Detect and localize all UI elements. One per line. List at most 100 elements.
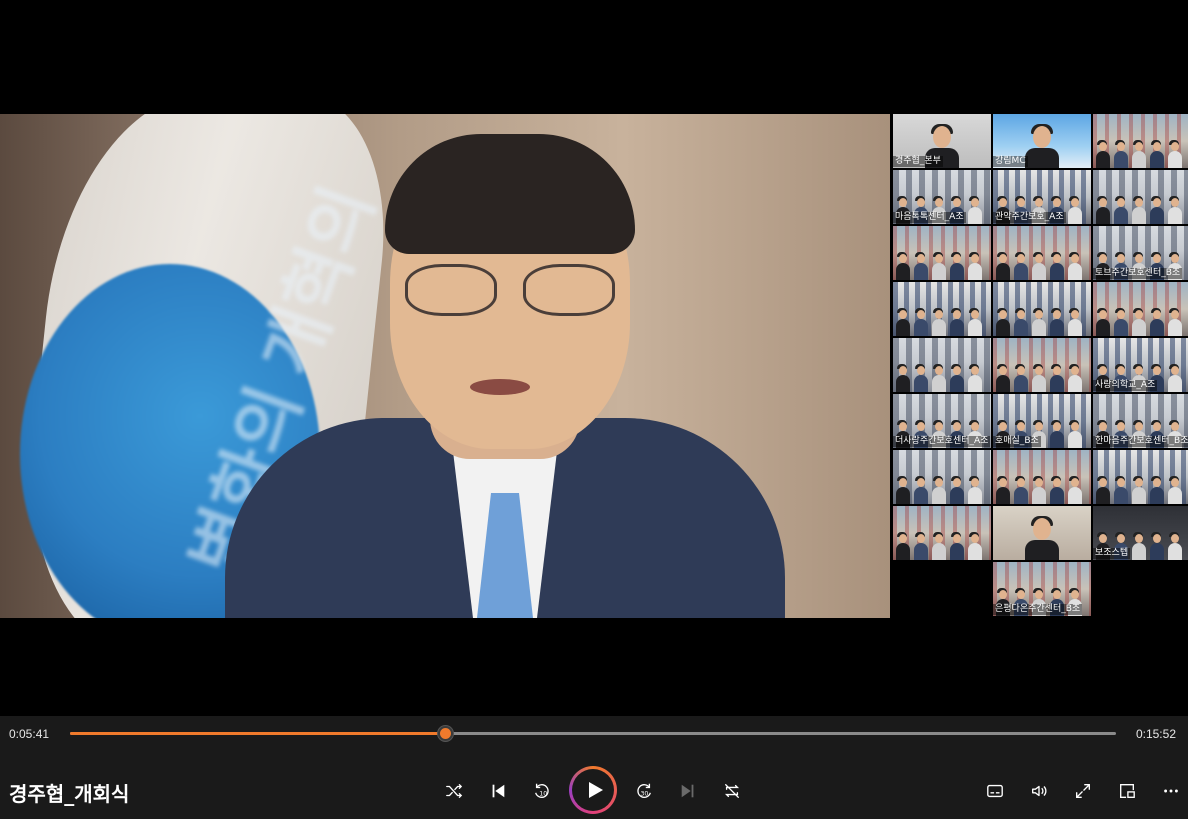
- participant-tile[interactable]: 더사랑주간보호센터_A조: [893, 394, 991, 448]
- participant-figure: [899, 478, 907, 487]
- participant-figure: [968, 543, 982, 560]
- participant-figure: [1035, 366, 1043, 375]
- participant-figure: [1171, 254, 1179, 263]
- participant-figure: [1032, 319, 1046, 336]
- previous-button[interactable]: [483, 776, 513, 806]
- participant-tile[interactable]: 경주협_본부: [893, 114, 991, 168]
- participant-tile[interactable]: [1093, 114, 1188, 168]
- repeat-button[interactable]: [717, 776, 747, 806]
- participant-figure: [896, 543, 910, 560]
- participant-tile[interactable]: 강림MC: [993, 114, 1091, 168]
- participant-figure: [1033, 126, 1051, 148]
- participant-tile[interactable]: 보조스텝: [1093, 506, 1188, 560]
- participant-figure: [1117, 310, 1125, 319]
- participant-tile[interactable]: [893, 506, 991, 560]
- participant-figure: [1071, 478, 1079, 487]
- participant-figure: [935, 254, 943, 263]
- participant-figure: [899, 310, 907, 319]
- participant-tile[interactable]: [893, 338, 991, 392]
- participant-figure: [1053, 254, 1061, 263]
- participant-figure: [1135, 142, 1143, 151]
- participant-figure: [1168, 319, 1182, 336]
- participant-tile[interactable]: [1093, 450, 1188, 504]
- participant-figure: [1153, 366, 1161, 375]
- rewind-10-icon: 10: [535, 783, 549, 799]
- participant-figure: [1153, 534, 1161, 543]
- participant-figure: [1014, 375, 1028, 392]
- participant-tile[interactable]: 한마음주간보호센터_B조: [1093, 394, 1188, 448]
- miniplayer-button[interactable]: [1112, 776, 1142, 806]
- participant-tile[interactable]: [993, 506, 1091, 560]
- participant-figure: [1099, 198, 1107, 207]
- participant-tile[interactable]: 토브주간보호센터_B조: [1093, 226, 1188, 280]
- participant-figure: [899, 422, 907, 431]
- participant-figure: [1050, 263, 1064, 280]
- participant-figure: [935, 478, 943, 487]
- participant-video: [993, 450, 1091, 504]
- participant-figure: [899, 254, 907, 263]
- fullscreen-button[interactable]: [1068, 776, 1098, 806]
- participant-tile[interactable]: [993, 450, 1091, 504]
- participant-figure: [950, 543, 964, 560]
- participant-tile[interactable]: [993, 282, 1091, 336]
- participant-figure: [1171, 198, 1179, 207]
- participant-figure: [996, 487, 1010, 504]
- participant-figure: [1117, 534, 1125, 543]
- more-options-button[interactable]: [1156, 776, 1186, 806]
- participant-figure: [1135, 198, 1143, 207]
- volume-button[interactable]: [1024, 776, 1054, 806]
- forward-30-button[interactable]: 30: [629, 776, 659, 806]
- play-button[interactable]: [569, 766, 617, 814]
- participant-tile[interactable]: 마음톡톡센터_A조: [893, 170, 991, 224]
- participant-figure: [1117, 142, 1125, 151]
- participant-tile[interactable]: [993, 338, 1091, 392]
- participant-figure: [999, 478, 1007, 487]
- participant-tile[interactable]: 관악주간보호_A조: [993, 170, 1091, 224]
- participant-tile[interactable]: [1093, 170, 1188, 224]
- participant-figure: [950, 263, 964, 280]
- participant-figure: [1068, 375, 1082, 392]
- participant-name: 관악주간보호_A조: [993, 212, 1066, 223]
- participant-figure: [1071, 254, 1079, 263]
- participant-tile[interactable]: 호매실_B조: [993, 394, 1091, 448]
- seek-bar-progress: [70, 732, 445, 735]
- participant-figure: [1171, 478, 1179, 487]
- participant-tile[interactable]: [893, 450, 991, 504]
- rewind-10-button[interactable]: 10: [527, 776, 557, 806]
- participant-tile[interactable]: 사랑의학교_A조: [1093, 338, 1188, 392]
- participant-figure: [896, 263, 910, 280]
- participant-video: [1093, 114, 1188, 168]
- participant-tile[interactable]: [1093, 282, 1188, 336]
- participant-figure: [1053, 478, 1061, 487]
- previous-icon: [492, 784, 505, 798]
- participant-figure: [1032, 263, 1046, 280]
- participant-tile[interactable]: [893, 226, 991, 280]
- seek-bar[interactable]: [70, 726, 1116, 741]
- next-icon: [681, 784, 694, 798]
- participant-video: [893, 450, 991, 504]
- next-button[interactable]: [673, 776, 703, 806]
- participant-tile[interactable]: [893, 282, 991, 336]
- participant-figure: [1053, 310, 1061, 319]
- participant-video: [1093, 450, 1188, 504]
- shuffle-button[interactable]: [439, 776, 469, 806]
- participant-figure: [996, 263, 1010, 280]
- speaker: [225, 134, 785, 618]
- participant-name: 마음톡톡센터_A조: [893, 212, 966, 223]
- participant-figure: [968, 207, 982, 224]
- participant-figure: [1071, 422, 1079, 431]
- video-frame[interactable]: 변화의 개혁의 경주협_본부 강림MC 마음톡톡센터_A조 관악주간보호_A조 토브주간…: [0, 114, 1188, 618]
- subtitles-button[interactable]: [980, 776, 1010, 806]
- participant-tile[interactable]: 은평다온주간센터_B조: [993, 562, 1091, 616]
- participant-figure: [1017, 422, 1025, 431]
- participant-figure: [935, 198, 943, 207]
- participant-figure: [1032, 487, 1046, 504]
- participant-figure: [1096, 487, 1110, 504]
- participant-tile[interactable]: [993, 226, 1091, 280]
- participant-figure: [1068, 431, 1082, 448]
- seek-bar-thumb[interactable]: [437, 726, 453, 741]
- participant-figure: [1135, 254, 1143, 263]
- media-player: 변화의 개혁의 경주협_본부 강림MC 마음톡톡센터_A조 관악주간보호_A조 토브주간…: [0, 0, 1188, 819]
- participant-figure: [1035, 198, 1043, 207]
- participant-figure: [971, 198, 979, 207]
